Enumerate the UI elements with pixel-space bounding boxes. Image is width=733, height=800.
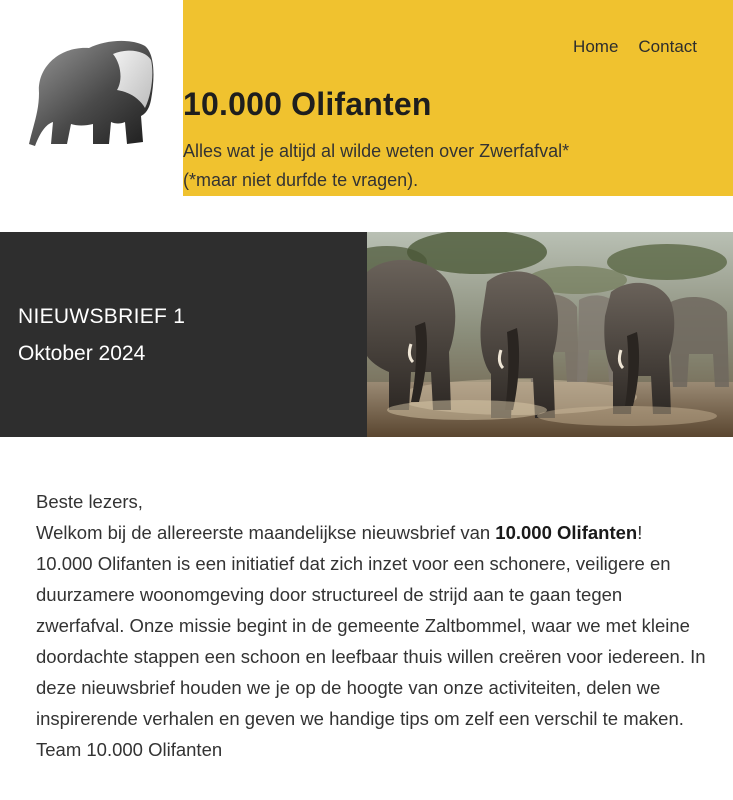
newsletter-title: NIEUWSBRIEF 1 [18,305,186,328]
site-title[interactable]: 10.000 Olifanten [183,86,432,123]
site-header: Home Contact 10.000 Olifanten Alles wat … [0,0,733,196]
tagline-line-1: Alles wat je altijd al wilde weten over … [183,141,570,161]
elephant-logo-icon[interactable] [27,38,157,150]
newsletter-date: Oktober 2024 [18,342,146,365]
main-nav: Home Contact [573,37,697,57]
intro-paragraph: 10.000 Olifanten is een initiatief dat z… [36,553,706,729]
signature: Team 10.000 Olifanten [36,739,223,760]
elephant-herd-photo [367,232,733,437]
greeting: Beste lezers, [36,491,143,512]
welcome-suffix: ! [637,522,643,543]
nav-home-link[interactable]: Home [573,37,618,57]
nav-contact-link[interactable]: Contact [638,37,697,57]
site-tagline: Alles wat je altijd al wilde weten over … [183,137,569,195]
banner-text-panel: NIEUWSBRIEF 1 Oktober 2024 [0,232,367,437]
welcome-prefix: Welkom bij de allereerste maandelijkse n… [36,522,496,543]
welcome-brand: 10.000 Olifanten [495,522,638,543]
tagline-line-2: (*maar niet durfde te vragen). [183,170,419,190]
newsletter-banner: NIEUWSBRIEF 1 Oktober 2024 [0,232,733,437]
welcome-line: Welkom bij de allereerste maandelijkse n… [36,517,706,548]
newsletter-content: Beste lezers, Welkom bij de allereerste … [36,486,706,765]
